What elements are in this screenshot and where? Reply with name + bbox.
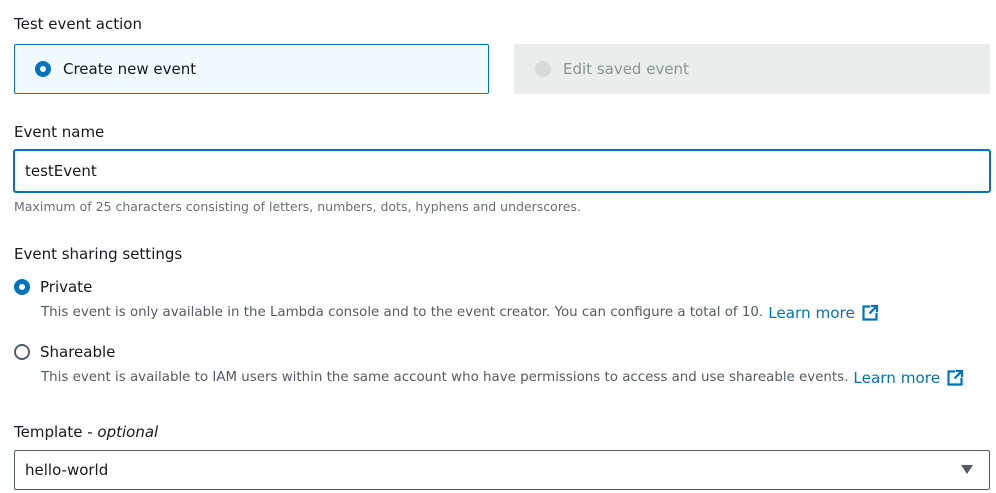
event-sharing-settings-label: Event sharing settings — [14, 245, 183, 263]
template-label: Template - optional — [14, 422, 158, 442]
private-description: This event is only available in the Lamb… — [41, 305, 764, 320]
external-link-icon — [862, 304, 878, 321]
edit-saved-event-radio — [535, 61, 551, 77]
private-radio[interactable] — [14, 279, 30, 295]
private-learn-more-link[interactable]: Learn more — [768, 304, 879, 322]
event-name-label: Event name — [14, 123, 105, 141]
shareable-option[interactable]: Shareable — [14, 342, 115, 362]
create-new-event-tile[interactable]: Create new event — [14, 44, 489, 94]
template-select[interactable]: hello-world — [14, 450, 990, 490]
private-option[interactable]: Private — [14, 277, 92, 297]
external-link-icon — [947, 369, 964, 386]
template-select-value: hello-world — [25, 461, 109, 479]
create-new-event-label: Create new event — [63, 60, 197, 78]
private-description-row: This event is only available in the Lamb… — [41, 304, 879, 322]
test-event-action-label: Test event action — [14, 15, 142, 33]
event-name-hint: Maximum of 25 characters consisting of l… — [14, 199, 581, 214]
shareable-description: This event is available to IAM users wit… — [41, 370, 849, 385]
create-new-event-radio[interactable] — [35, 61, 51, 77]
template-optional-text: optional — [97, 423, 159, 441]
caret-down-icon — [961, 465, 973, 474]
event-name-input[interactable] — [14, 150, 990, 192]
shareable-label: Shareable — [40, 343, 116, 361]
shareable-learn-more-link[interactable]: Learn more — [853, 369, 964, 387]
edit-saved-event-label: Edit saved event — [563, 60, 689, 78]
edit-saved-event-tile: Edit saved event — [514, 44, 990, 94]
private-learn-more-label: Learn more — [768, 304, 855, 322]
private-label: Private — [40, 278, 93, 296]
shareable-radio[interactable] — [14, 344, 30, 360]
shareable-learn-more-label: Learn more — [853, 369, 941, 387]
shareable-description-row: This event is available to IAM users wit… — [41, 369, 964, 387]
template-label-text: Template - — [14, 423, 98, 441]
